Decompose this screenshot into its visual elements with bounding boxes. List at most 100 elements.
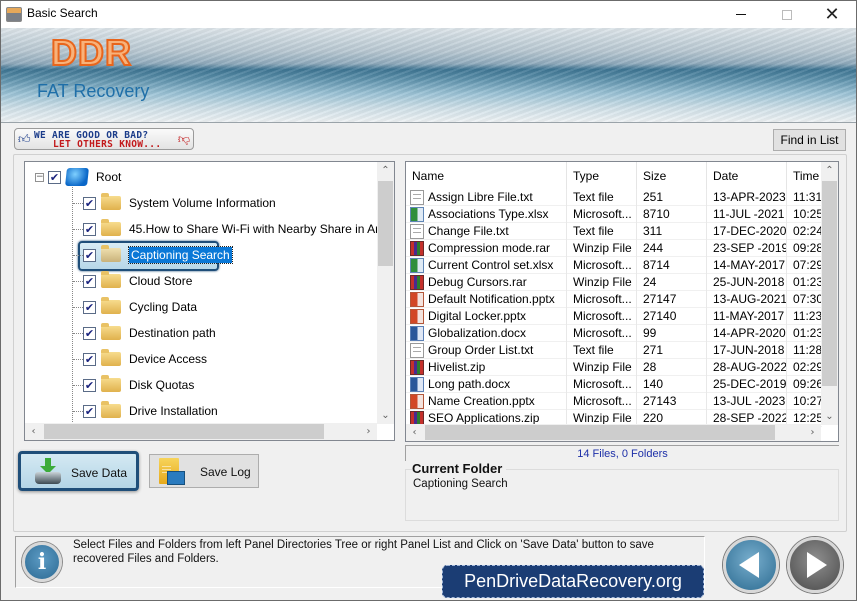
checkbox[interactable]: ✔ xyxy=(83,222,96,236)
scroll-thumb[interactable] xyxy=(378,181,393,266)
scroll-down-icon[interactable]: ⌄ xyxy=(377,407,394,424)
checkbox[interactable]: ✔ xyxy=(83,300,96,314)
file-list[interactable]: Name Type Size Date Time Assign Libre Fi… xyxy=(405,161,839,442)
tree-item[interactable]: ✔ Captioning Search xyxy=(83,245,233,265)
cell-date: 17-DEC-2020 xyxy=(707,222,787,240)
folder-icon xyxy=(101,297,121,314)
cell-name: Change File.txt xyxy=(406,222,567,240)
scroll-left-icon[interactable]: ‹ xyxy=(406,424,423,441)
file-row[interactable]: Change File.txt Text file 311 17-DEC-2020 02… xyxy=(406,222,822,240)
tree-item[interactable]: ✔ Destination path xyxy=(83,323,216,343)
scroll-up-icon[interactable]: ⌃ xyxy=(821,162,838,179)
find-in-list-button[interactable]: Find in List xyxy=(773,129,846,151)
save-data-label: Save Data xyxy=(71,466,128,480)
tree-root-label: Root xyxy=(96,170,122,184)
cell-name: Assign Libre File.txt xyxy=(406,188,567,206)
cell-type: Microsoft... xyxy=(567,375,637,393)
cell-date: 28-AUG-2022 xyxy=(707,358,787,376)
tree-horizontal-scrollbar[interactable]: ‹ › xyxy=(25,423,377,440)
tree-item[interactable]: ✔ System Volume Information xyxy=(83,193,276,213)
collapse-icon[interactable]: − xyxy=(35,172,44,182)
checkbox[interactable]: ✔ xyxy=(83,404,96,418)
scroll-left-icon[interactable]: ‹ xyxy=(25,423,42,440)
file-name: Associations Type.xlsx xyxy=(428,206,549,221)
file-row[interactable]: Default Notification.pptx Microsoft... 271… xyxy=(406,290,822,308)
file-row[interactable]: Associations Type.xlsx Microsoft... 8710 11… xyxy=(406,205,822,223)
file-row[interactable]: Globalization.docx Microsoft... 99 14-APR-2… xyxy=(406,324,822,342)
tree-item[interactable]: ✔ Cloud Store xyxy=(83,271,192,291)
tree-item[interactable]: ✔ Drive Installation xyxy=(83,401,218,421)
cell-date: 13-AUG-2021 xyxy=(707,290,787,308)
checkbox-root[interactable]: ✔ xyxy=(48,170,61,184)
feedback-button[interactable]: 👍︎ WE ARE GOOD OR BAD? LET OTHERS KNOW..… xyxy=(14,128,194,150)
column-header-date[interactable]: Date xyxy=(707,162,787,189)
scroll-thumb[interactable] xyxy=(425,425,775,440)
scroll-thumb[interactable] xyxy=(44,424,324,439)
tree-connector xyxy=(72,179,73,424)
maximize-icon xyxy=(782,9,792,20)
scroll-right-icon[interactable]: › xyxy=(360,423,377,440)
tree-root[interactable]: − ✔ Root xyxy=(35,167,121,187)
list-vertical-scrollbar[interactable]: ⌃ ⌄ xyxy=(821,162,838,425)
save-data-button[interactable]: Save Data xyxy=(18,451,139,491)
list-horizontal-scrollbar[interactable]: ‹ › xyxy=(406,424,821,441)
file-row[interactable]: Digital Locker.pptx Microsoft... 27140 11-M… xyxy=(406,307,822,325)
file-row[interactable]: Debug Cursors.rar Winzip File 24 25-JUN-201… xyxy=(406,273,822,291)
save-drive-icon xyxy=(35,458,61,484)
txt-file-icon xyxy=(410,342,424,358)
cell-type: Microsoft... xyxy=(567,205,637,223)
file-row[interactable]: Long path.docx Microsoft... 140 25-DEC-2019… xyxy=(406,375,822,393)
file-row[interactable]: Hivelist.zip Winzip File 28 28-AUG-2022 02:2… xyxy=(406,358,822,376)
cell-name: Digital Locker.pptx xyxy=(406,307,567,325)
checkbox[interactable]: ✔ xyxy=(83,352,96,366)
maximize-button[interactable] xyxy=(764,1,810,28)
file-row[interactable]: Compression mode.rar Winzip File 244 23-SEP… xyxy=(406,239,822,257)
brand-logo: DDR xyxy=(50,31,132,74)
log-file-icon xyxy=(159,458,185,485)
tree-item-label: Cycling Data xyxy=(129,300,198,314)
scroll-thumb[interactable] xyxy=(822,181,837,386)
checkbox[interactable]: ✔ xyxy=(83,326,96,340)
checkbox[interactable]: ✔ xyxy=(83,248,96,262)
next-button[interactable] xyxy=(787,537,843,593)
tree-item[interactable]: ✔ Cycling Data xyxy=(83,297,197,317)
current-folder-value: Captioning Search xyxy=(413,478,508,490)
cell-name: Associations Type.xlsx xyxy=(406,205,567,223)
website-link[interactable]: PenDriveDataRecovery.org xyxy=(442,565,704,598)
directory-tree[interactable]: − ✔ Root ✔ System Volume Information ✔ 45.H… xyxy=(24,161,395,441)
cell-date: 25-JUN-2018 xyxy=(707,273,787,291)
cell-size: 8710 xyxy=(637,205,707,223)
file-row[interactable]: Assign Libre File.txt Text file 251 13-APR-… xyxy=(406,188,822,206)
checkbox[interactable]: ✔ xyxy=(83,274,96,288)
folder-icon xyxy=(101,271,121,288)
txt-file-icon xyxy=(410,189,424,205)
tree-item-label: Drive Installation xyxy=(129,404,218,418)
back-button[interactable] xyxy=(723,537,779,593)
cell-name: Default Notification.pptx xyxy=(406,290,567,308)
cell-name: Hivelist.zip xyxy=(406,358,567,376)
column-header-size[interactable]: Size xyxy=(637,162,707,189)
file-row[interactable]: Group Order List.txt Text file 271 17-JUN-2… xyxy=(406,341,822,359)
file-row[interactable]: Current Control set.xlsx Microsoft... 8714… xyxy=(406,256,822,274)
tree-item[interactable]: ✔ 45.How to Share Wi-Fi with Nearby Share… xyxy=(83,219,394,239)
tree-item-label: Captioning Search xyxy=(128,246,233,264)
column-header-time[interactable]: Time xyxy=(787,162,822,189)
scroll-right-icon[interactable]: › xyxy=(804,424,821,441)
file-row[interactable]: Name Creation.pptx Microsoft... 27143 13-JU… xyxy=(406,392,822,410)
minimize-button[interactable] xyxy=(718,1,764,28)
cell-time: 10:25 xyxy=(793,206,822,221)
tree-item[interactable]: ✔ Device Access xyxy=(83,349,207,369)
cell-time: 11:31 xyxy=(793,189,822,204)
save-log-button[interactable]: Save Log xyxy=(149,454,259,488)
tree-item[interactable]: ✔ Disk Quotas xyxy=(83,375,194,395)
scroll-up-icon[interactable]: ⌃ xyxy=(377,162,394,179)
column-header-type[interactable]: Type xyxy=(567,162,637,189)
tree-vertical-scrollbar[interactable]: ⌃ ⌄ xyxy=(377,162,394,424)
cell-date: 11-MAY-2017 xyxy=(707,307,787,325)
checkbox[interactable]: ✔ xyxy=(83,378,96,392)
scroll-down-icon[interactable]: ⌄ xyxy=(821,408,838,425)
pptx-file-icon xyxy=(410,291,424,307)
column-header-name[interactable]: Name xyxy=(406,162,567,189)
checkbox[interactable]: ✔ xyxy=(83,196,96,210)
close-button[interactable]: ✕ xyxy=(809,1,855,28)
